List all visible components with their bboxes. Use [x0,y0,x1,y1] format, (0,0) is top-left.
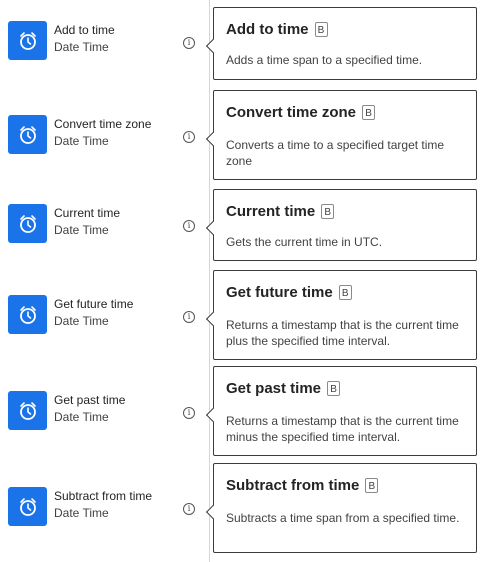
action-name: Get past time [54,393,126,407]
timer-icon [8,21,47,60]
card-description: Converts a time to a specified target ti… [226,138,445,168]
timer-icon [8,204,47,243]
action-add-to-time[interactable]: Add to time Date Time i [0,8,205,68]
card-title-text: Add to time [226,21,309,38]
timer-icon [8,115,47,154]
action-name: Current time [54,206,121,220]
action-name: Convert time zone [54,117,152,131]
info-icon[interactable]: i [183,503,195,515]
tooltip-card-current-time: Current time B Gets the current time in … [205,189,477,261]
card-title-text: Get past time [226,380,322,397]
card-title: Add to time B [226,21,328,38]
builtin-badge: B [365,478,379,493]
card-description: Returns a timestamp that is the current … [226,318,459,348]
info-icon[interactable]: i [183,311,195,323]
builtin-badge: B [327,381,341,396]
action-subtract-from-time[interactable]: Subtract from time Date Time i [0,474,205,534]
action-connector: Date Time [54,40,109,54]
tooltip-card-add-to-time: Add to time B Adds a time span to a spec… [205,7,477,80]
timer-icon [8,487,47,526]
action-connector: Date Time [54,314,109,328]
builtin-badge: B [362,105,376,120]
card-title: Convert time zone B [226,104,376,121]
card-title: Current time B [226,203,335,220]
tooltip-card-get-future-time: Get future time B Returns a timestamp th… [205,270,477,360]
card-description: Gets the current time in UTC. [226,235,383,249]
action-connector: Date Time [54,506,109,520]
builtin-badge: B [338,285,352,300]
card-title: Get past time B [226,380,341,397]
action-current-time[interactable]: Current time Date Time i [0,191,205,251]
card-title: Subtract from time B [226,477,379,494]
info-icon[interactable]: i [183,220,195,232]
info-icon[interactable]: i [183,407,195,419]
action-name: Get future time [54,297,134,311]
card-description: Returns a timestamp that is the current … [226,414,459,444]
card-title-text: Get future time [226,284,333,301]
info-icon[interactable]: i [183,37,195,49]
action-name: Add to time [54,23,115,37]
tooltip-card-convert-time-zone: Convert time zone B Converts a time to a… [205,90,477,180]
action-connector: Date Time [54,223,109,237]
action-name: Subtract from time [54,489,153,503]
tooltip-card-subtract-from-time: Subtract from time B Subtracts a time sp… [205,463,477,553]
tooltip-card-get-past-time: Get past time B Returns a timestamp that… [205,366,477,456]
card-title-text: Current time [226,203,316,220]
action-connector: Date Time [54,410,109,424]
action-convert-time-zone[interactable]: Convert time zone Date Time i [0,102,205,162]
timer-icon [8,295,47,334]
info-icon[interactable]: i [183,131,195,143]
card-title-text: Convert time zone [226,104,357,121]
card-title-text: Subtract from time [226,477,360,494]
card-description: Subtracts a time span from a specified t… [226,511,460,525]
action-get-past-time[interactable]: Get past time Date Time i [0,378,205,438]
card-title: Get future time B [226,284,352,301]
panel-divider [209,0,210,562]
card-description: Adds a time span to a specified time. [226,53,423,67]
builtin-badge: B [314,22,328,37]
timer-icon [8,391,47,430]
action-get-future-time[interactable]: Get future time Date Time i [0,282,205,342]
action-connector: Date Time [54,134,109,148]
builtin-badge: B [321,204,335,219]
